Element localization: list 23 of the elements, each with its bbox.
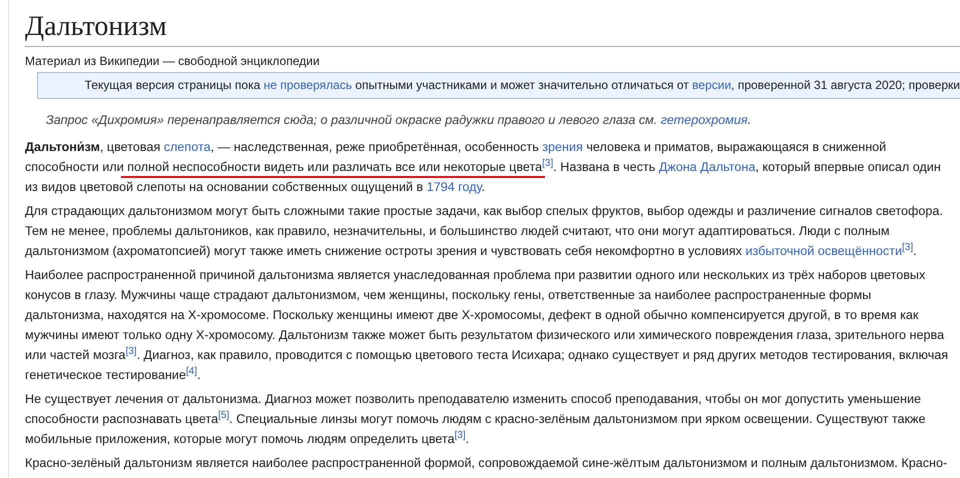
link[interactable]: зрения [542,140,583,154]
link[interactable]: Джона Дальтона [658,160,756,174]
link[interactable]: версии [692,78,732,92]
footnote-link[interactable]: [4] [186,366,198,377]
footnote-link[interactable]: [3] [902,242,914,253]
footnote-link[interactable]: [3] [542,158,554,169]
paragraph: Красно-зелёный дальтонизм является наиболее распространенной формой, сопровождаемой сине-жёлтым дальтонизмом и полным дальтонизмом. Красно- [25,455,948,472]
paragraph: Для страдающих дальтонизмом могут быть сложными такие простые задачи, как выбор спелых фруктов, выбор одежды и различение сигналов светофора. Тем не менее, проблемы дальтоников, как правило, незначительны, и большинство людей считают, что они могут адаптироваться. Люди с полным дальтонизмом (ахроматопсией) могут также иметь снижение остроты зрения и чувствовать себя некомфортно в условиях избыточной освещённости$^{[3]}$. [25,203,944,260]
footnote-link[interactable]: [5] [218,410,230,421]
link[interactable]: 1794 году [426,180,482,194]
link[interactable]: гетерохромия [660,113,748,127]
link[interactable]: не проверялась [264,78,352,92]
article-title: Дальтонизм [25,10,960,47]
site-tagline: Материал из Википедии — свободной энциклопедии [25,53,321,69]
link[interactable]: избыточной освещённости [745,244,902,258]
footnote-link[interactable]: [3] [454,430,466,441]
paragraph: Дальтони́зм, цветовая слепота, — наследственная, реже приобретённая, особенность зрения человека и приматов, выражающаяся в сниженной способности или полной неспособности видеть или различать все или некоторые цвета$^{[3]}$. Названа в честь Джона Дальтона, который впервые описал один из видов цветовой слепоты на основании собственных ощущений в 1794 году. [25,139,942,196]
paragraph: Не существует лечения от дальтонизма. Диагноз может позволить преподавателю изменить способ преподавания, чтобы он мог допустить уменьшение способности распознавать цвета$^{[5]}$. Специальные линзы могут помочь людям с красно-зелёным дальтонизмом при ярком освещении. Существуют также мобильные приложения, которые могут помочь людям определить цвета$^{[3]}$. [25,391,926,448]
paragraph: Наиболее распространенной причиной дальтонизма является унаследованная проблема при развитии одного или нескольких из трёх наборов цветовых конусов в глазу. Мужчины чаще страдают дальтонизмом, чем женщины, поскольку гены, ответственные за наиболее распространенные формы дальтонизма, находятся на X-хромосоме. Поскольку женщины имеют две X-хромосомы, дефект в одной обычно компенсируется другой, в то время как мужчины имеют только одну X-хромосому. Дальтонизм также может быть результатом физического или химического повреждения глаза, зрительного нерва или частей мозга$^{[3]}$. Диагноз, как правило, проводится с помощью цветового теста Исихара; однако существует и ряд других методов тестирования, включая генетическое тестирование$^{[4]}$. [25,267,950,384]
link[interactable]: слепота [164,140,211,154]
notice-text: Текущая версия страницы пока не проверялась опытными участниками и может значительно отличаться от версии, проверенной 31 августа 2020; проверки [84,78,960,92]
footnote-link[interactable]: [3] [126,346,137,357]
hatnote-text: Запрос «Дихромия» перенаправляется сюда; о различной окраске радужки правого и левого глаза см. гетерохромия. [46,112,752,129]
